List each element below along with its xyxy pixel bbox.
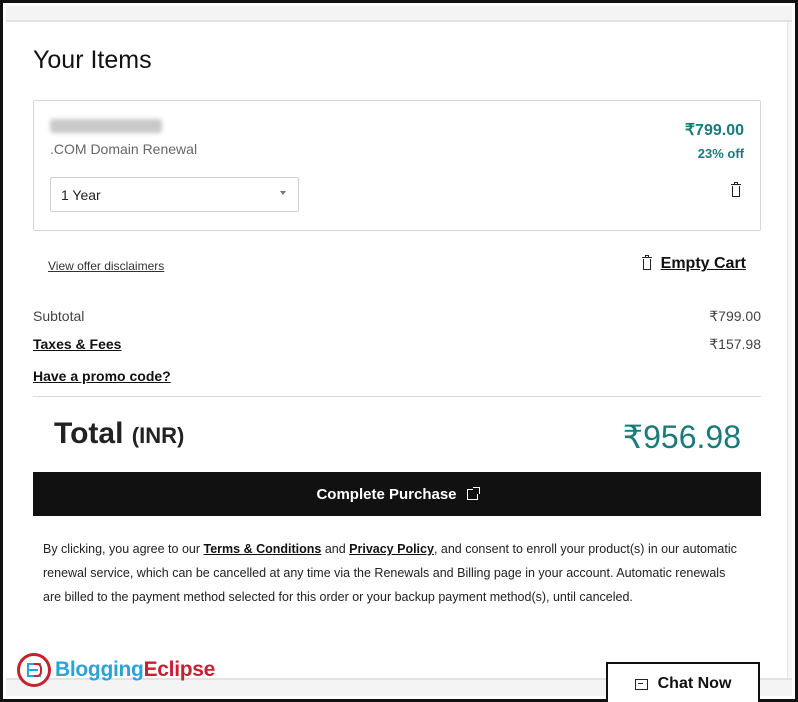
subtotal-label: Subtotal: [33, 308, 85, 324]
brand-text-part2: Eclipse: [143, 658, 216, 681]
taxes-value: ₹157.98: [709, 336, 761, 352]
brand-logo-icon: [17, 653, 51, 687]
item-discount: 23% off: [697, 146, 744, 161]
empty-cart-button[interactable]: Empty Cart: [641, 255, 746, 273]
divider: [33, 396, 761, 397]
brand-text-part1: Blogging: [55, 658, 144, 681]
empty-cart-label: Empty Cart: [660, 255, 746, 272]
trash-icon[interactable]: [730, 182, 742, 198]
privacy-policy-link[interactable]: Privacy Policy: [349, 542, 434, 556]
watermark-logo: BloggingEclipse: [17, 653, 215, 687]
chat-now-label: Chat Now: [657, 675, 732, 692]
chat-icon: [634, 678, 648, 690]
total-label: Total (INR): [54, 417, 184, 451]
chevron-down-icon: [280, 191, 286, 195]
taxes-fees-link[interactable]: Taxes & Fees: [33, 336, 121, 352]
total-currency: (INR): [131, 423, 185, 448]
term-selected-value: 1 Year: [61, 186, 101, 203]
terms-conditions-link[interactable]: Terms & Conditions: [204, 542, 322, 556]
complete-purchase-label: Complete Purchase: [316, 485, 457, 503]
total-value: ₹956.98: [622, 419, 741, 455]
scrollbar[interactable]: [787, 22, 792, 679]
external-link-icon: [466, 486, 480, 500]
legal-text-part: By clicking, you agree to our: [43, 542, 204, 556]
domain-name: xxxxxxxx.COM: [50, 119, 162, 133]
top-bar: [6, 6, 792, 22]
chat-now-button[interactable]: Chat Now: [606, 662, 760, 702]
complete-purchase-button[interactable]: Complete Purchase: [33, 472, 761, 516]
legal-text-part: and: [321, 542, 350, 556]
subtotal-value: ₹799.00: [709, 308, 761, 324]
legal-text: By clicking, you agree to our Terms & Co…: [43, 537, 743, 609]
trash-icon: [641, 255, 653, 271]
page-title: Your Items: [33, 46, 152, 74]
cart-item-card: xxxxxxxx.COM .COM Domain Renewal 1 Year …: [33, 100, 761, 231]
total-text: Total: [54, 417, 124, 450]
item-price: ₹799.00: [684, 122, 744, 139]
term-select[interactable]: 1 Year: [50, 177, 299, 212]
promo-code-link[interactable]: Have a promo code?: [33, 368, 171, 384]
brand-text: BloggingEclipse: [55, 658, 215, 682]
view-offer-disclaimers-link[interactable]: View offer disclaimers: [48, 259, 164, 273]
domain-description: .COM Domain Renewal: [50, 141, 198, 157]
